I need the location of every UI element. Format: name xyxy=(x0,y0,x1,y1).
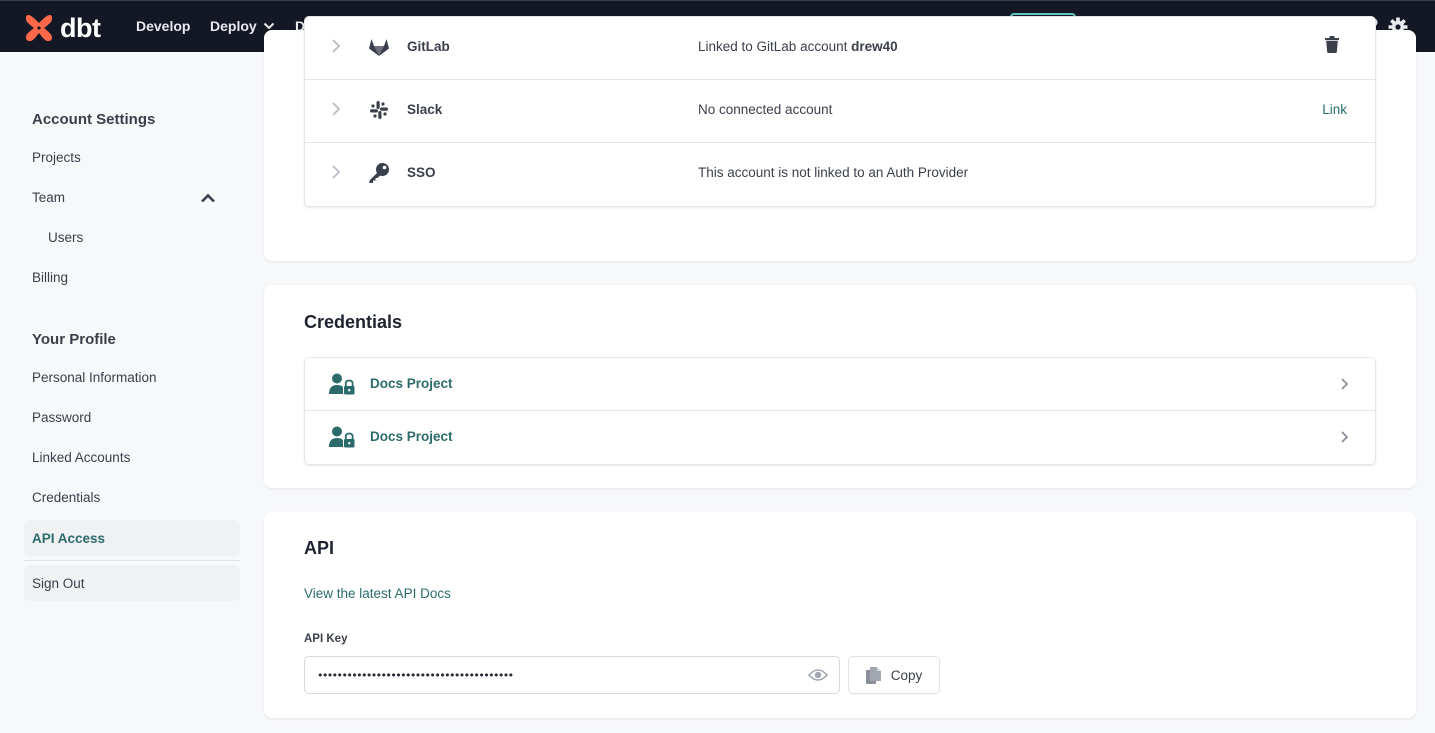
linked-account-name: GitLab xyxy=(407,39,450,54)
linked-account-name: SSO xyxy=(407,165,436,180)
credentials-title: Credentials xyxy=(304,312,403,332)
credential-project-name: Docs Project xyxy=(370,376,453,391)
api-key-input[interactable]: •••••••••••••••••••••••••••••••••••••••• xyxy=(304,656,840,694)
user-lock-icon xyxy=(329,373,355,400)
sidebar-heading-your-profile: Your Profile xyxy=(32,331,116,348)
linked-account-name: Slack xyxy=(407,102,443,117)
sidebar-item-linked-accounts[interactable]: Linked Accounts xyxy=(32,450,130,465)
linked-account-row-slack: Slack No connected account Link xyxy=(305,80,1375,143)
api-key-masked-value: •••••••••••••••••••••••••••••••••••••••• xyxy=(317,668,514,682)
linked-account-status: No connected account xyxy=(698,102,833,117)
nav-deploy-label: Deploy xyxy=(210,18,257,34)
sidebar-item-team[interactable]: Team xyxy=(32,190,65,205)
credential-row[interactable]: Docs Project xyxy=(305,358,1375,411)
sidebar-item-projects[interactable]: Projects xyxy=(32,150,81,165)
credential-row[interactable]: Docs Project xyxy=(305,411,1375,464)
credential-project-name: Docs Project xyxy=(370,429,453,444)
chevron-right-icon xyxy=(1340,430,1349,449)
linked-account-row-gitlab: GitLab Linked to GitLab account drew40 xyxy=(305,17,1375,80)
chevron-down-icon xyxy=(263,22,274,30)
linked-account-status: This account is not linked to an Auth Pr… xyxy=(698,165,969,180)
sidebar-heading-account-settings: Account Settings xyxy=(32,111,156,128)
sidebar-item-personal-information[interactable]: Personal Information xyxy=(32,370,157,385)
credentials-card: Credentials Docs Project Docs Project xyxy=(264,285,1416,488)
trash-icon[interactable] xyxy=(1325,36,1339,58)
chevron-right-icon[interactable] xyxy=(331,38,341,59)
chevron-up-icon[interactable] xyxy=(200,190,216,208)
eye-icon[interactable] xyxy=(807,668,829,687)
nav-develop-label: Develop xyxy=(136,18,191,34)
sidebar-item-api-access[interactable]: API Access xyxy=(24,520,240,556)
chevron-right-icon[interactable] xyxy=(331,164,341,185)
gitlab-icon xyxy=(367,35,391,59)
api-docs-link[interactable]: View the latest API Docs xyxy=(304,586,451,601)
sign-out-button[interactable]: Sign Out xyxy=(24,565,240,601)
linked-account-status: Linked to GitLab account drew40 xyxy=(698,39,898,54)
key-icon xyxy=(367,161,391,185)
linked-username: drew40 xyxy=(851,39,898,54)
credentials-list: Docs Project Docs Project xyxy=(304,357,1376,465)
copy-icon xyxy=(865,666,881,684)
sidebar-item-password[interactable]: Password xyxy=(32,410,91,425)
api-card: API View the latest API Docs API Key •••… xyxy=(264,512,1416,718)
sidebar-item-api-access-label: API Access xyxy=(32,530,106,546)
dbt-logo-icon xyxy=(26,15,52,41)
copy-button[interactable]: Copy xyxy=(848,656,940,694)
chevron-right-icon xyxy=(1340,377,1349,396)
user-lock-icon xyxy=(329,426,355,453)
nav-deploy[interactable]: Deploy xyxy=(210,18,275,34)
linked-accounts-card: GitLab Linked to GitLab account drew40 S… xyxy=(264,16,1416,261)
sidebar: Account Settings Projects Team Users Bil… xyxy=(0,52,252,733)
slack-icon xyxy=(367,98,391,122)
sidebar-divider xyxy=(24,560,240,561)
api-key-label: API Key xyxy=(304,633,348,645)
brand-name: dbt xyxy=(60,12,101,43)
sidebar-item-billing[interactable]: Billing xyxy=(32,270,68,285)
sign-out-label: Sign Out xyxy=(32,575,85,591)
nav-develop[interactable]: Develop xyxy=(136,18,190,34)
copy-label: Copy xyxy=(890,667,923,683)
status-text: Linked to GitLab account xyxy=(698,39,852,54)
linked-account-row-sso: SSO This account is not linked to an Aut… xyxy=(305,143,1375,206)
api-title: API xyxy=(304,538,335,558)
sidebar-item-users[interactable]: Users xyxy=(48,230,83,245)
dbt-logo[interactable]: dbt xyxy=(24,12,101,43)
sidebar-item-credentials[interactable]: Credentials xyxy=(32,490,100,505)
chevron-right-icon[interactable] xyxy=(331,101,341,122)
link-slack-button[interactable]: Link xyxy=(1322,102,1347,117)
linked-accounts-list: GitLab Linked to GitLab account drew40 S… xyxy=(304,16,1376,207)
